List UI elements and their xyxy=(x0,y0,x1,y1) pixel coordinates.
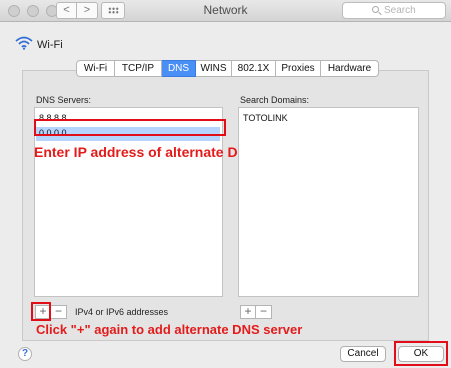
title-bar: < > Network Search xyxy=(0,0,451,22)
search-domain-entry[interactable]: TOTOLINK xyxy=(243,113,288,123)
tab-bar: Wi-Fi TCP/IP DNS WINS 802.1X Proxies Har… xyxy=(76,60,379,77)
remove-dns-button[interactable]: − xyxy=(51,305,67,319)
interface-name: Wi-Fi xyxy=(37,39,63,51)
help-button[interactable]: ? xyxy=(18,347,32,361)
tab-dns[interactable]: DNS xyxy=(162,60,196,77)
highlight-box-ok-button xyxy=(394,341,448,366)
search-domains-list[interactable]: TOTOLINK xyxy=(238,107,419,297)
search-domains-label: Search Domains: xyxy=(240,95,310,105)
tab-wifi[interactable]: Wi-Fi xyxy=(76,60,115,77)
remove-search-domain-button[interactable]: − xyxy=(256,305,272,319)
search-field[interactable]: Search xyxy=(342,2,446,19)
dns-servers-label: DNS Servers: xyxy=(36,95,92,105)
search-icon xyxy=(372,6,379,13)
highlight-box-dns-entry xyxy=(34,119,226,136)
highlight-box-add-button xyxy=(31,302,51,321)
annotation-click-plus: Click "+" again to add alternate DNS ser… xyxy=(36,322,303,337)
dns-address-hint: IPv4 or IPv6 addresses xyxy=(75,307,169,317)
search-placeholder: Search xyxy=(384,5,416,16)
tab-hardware[interactable]: Hardware xyxy=(321,60,379,77)
tab-8021x[interactable]: 802.1X xyxy=(232,60,276,77)
tab-proxies[interactable]: Proxies xyxy=(276,60,321,77)
add-search-domain-button[interactable]: + xyxy=(240,305,256,319)
cancel-button[interactable]: Cancel xyxy=(340,346,386,362)
wifi-icon xyxy=(15,36,33,50)
tab-wins[interactable]: WINS xyxy=(196,60,232,77)
tab-tcpip[interactable]: TCP/IP xyxy=(115,60,162,77)
